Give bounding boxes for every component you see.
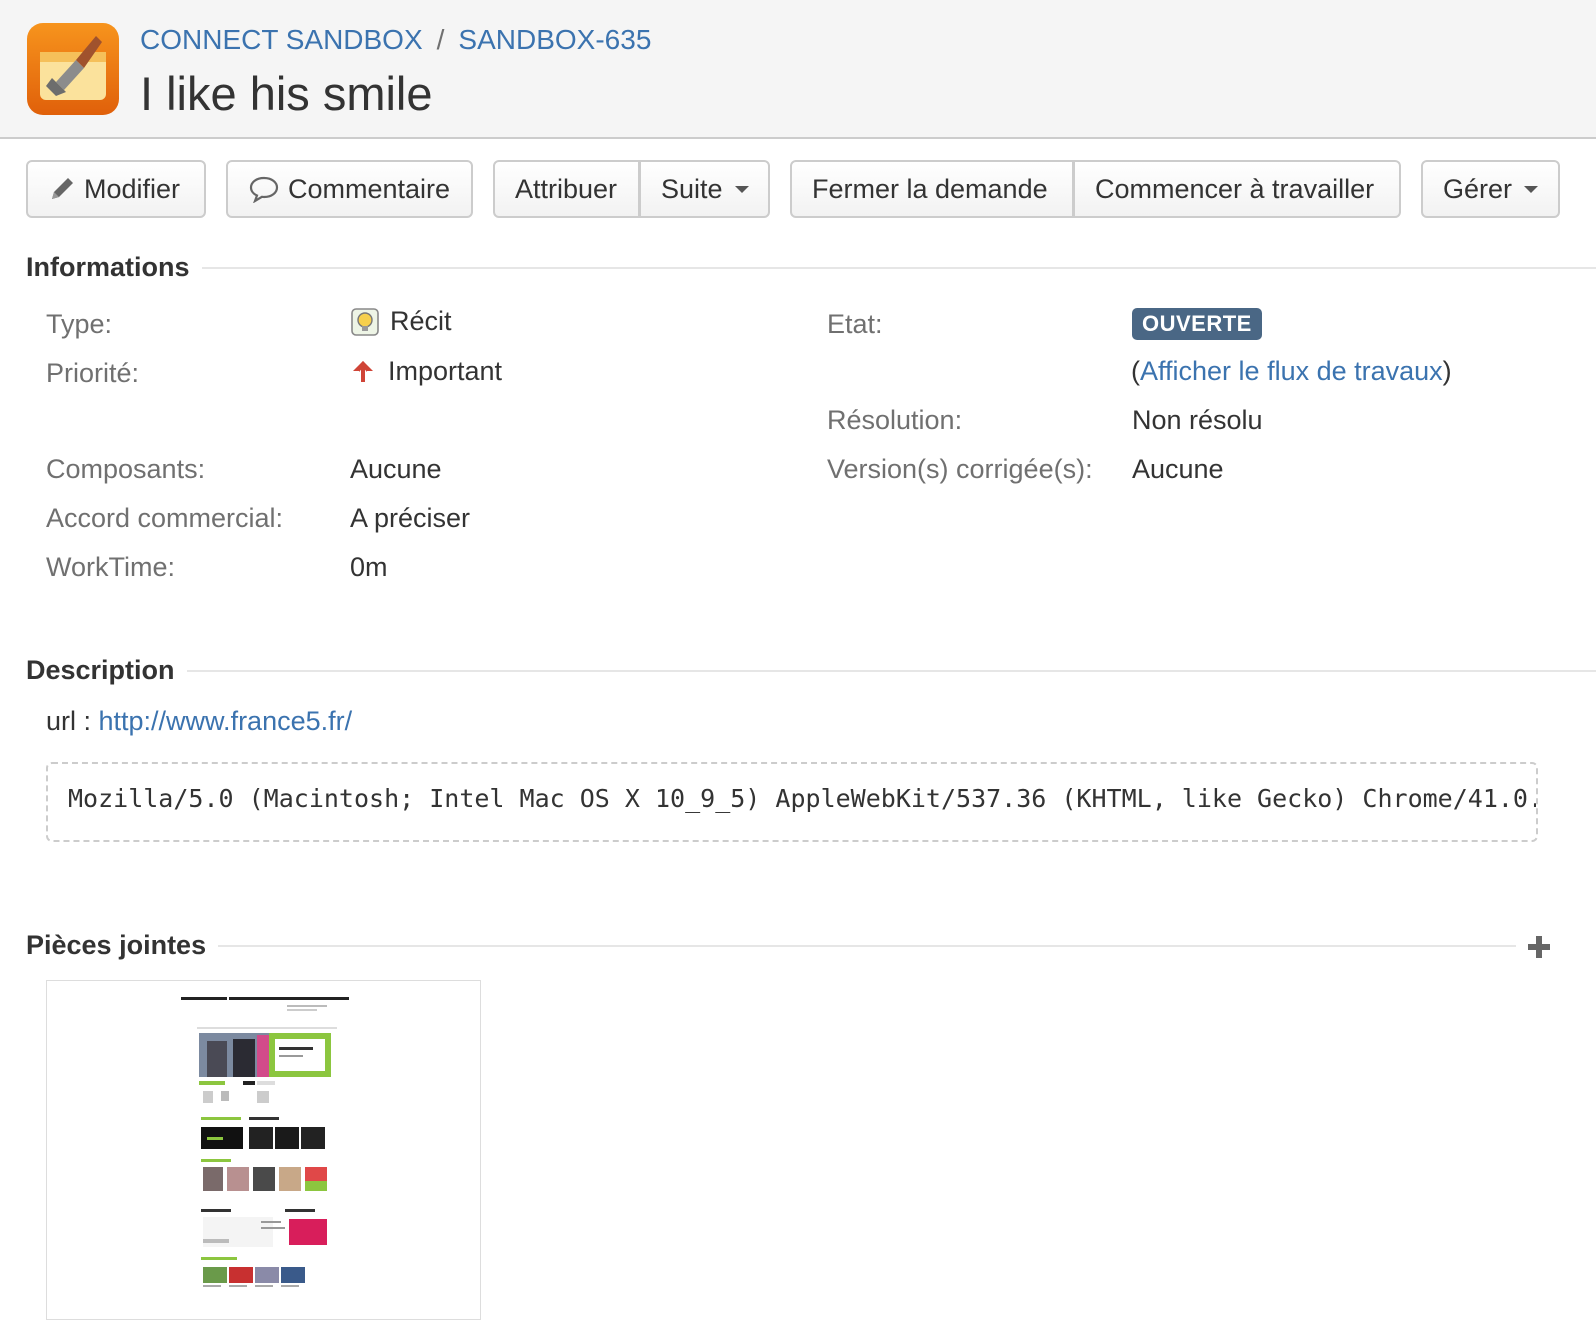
comment-button[interactable]: Commentaire (226, 160, 473, 218)
view-workflow-link[interactable]: Afficher le flux de travaux (1140, 356, 1443, 387)
status-value: OUVERTE (1132, 308, 1262, 340)
commercial-agreement-value[interactable]: A préciser (350, 503, 470, 534)
description-heading[interactable]: Description (26, 655, 175, 686)
edit-button[interactable]: Modifier (26, 160, 206, 218)
type-value-text: Récit (390, 306, 452, 336)
workflow-group: Fermer la demande Commencer à travailler (790, 160, 1401, 218)
more-dropdown-button[interactable]: Suite (640, 160, 770, 218)
status-label: Etat: (827, 309, 883, 339)
page-title[interactable]: I like his smile (140, 66, 433, 121)
description-url-line: url : http://www.france5.fr/ (46, 706, 352, 737)
attachments-section-header: Pièces jointes (26, 930, 1516, 961)
section-divider (201, 266, 1596, 269)
fix-versions-label: Version(s) corrigée(s): (827, 454, 1093, 484)
chevron-down-icon (734, 185, 749, 193)
start-work-button[interactable]: Commencer à travailler (1074, 160, 1401, 218)
breadcrumb-issue-link[interactable]: SANDBOX-635 (458, 24, 651, 55)
pencil-icon (48, 175, 76, 203)
worktime-value[interactable]: 0m (350, 552, 388, 583)
components-value: Aucune (350, 454, 442, 484)
priority-up-arrow-icon (350, 358, 376, 386)
issue-toolbar: Modifier Commentaire Attribuer Suite Fer… (0, 160, 1596, 218)
type-value: Récit (350, 306, 452, 337)
priority-value-text: Important (388, 356, 503, 386)
resolution-label: Résolution: (827, 405, 963, 435)
priority-value: Important (350, 356, 502, 387)
description-url-link[interactable]: http://www.france5.fr/ (99, 706, 353, 737)
breadcrumb: CONNECT SANDBOX / SANDBOX-635 (140, 24, 651, 56)
resolution-value: Non résolu (1132, 405, 1263, 435)
assign-button-label: Attribuer (515, 173, 618, 204)
more-button-label: Suite (661, 173, 723, 204)
type-label: Type: (46, 309, 113, 339)
chevron-down-icon (1524, 185, 1539, 193)
workflow-view: (Afficher le flux de travaux) (1131, 356, 1452, 387)
breadcrumb-project-link[interactable]: CONNECT SANDBOX (140, 24, 423, 55)
breadcrumb-separator: / (436, 24, 445, 55)
story-icon (350, 307, 380, 337)
manage-dropdown-button[interactable]: Gérer (1421, 160, 1560, 218)
fix-versions-value[interactable]: Aucune (1132, 454, 1224, 485)
issue-header: CONNECT SANDBOX / SANDBOX-635 I like his s… (0, 0, 1596, 139)
manage-button-label: Gérer (1443, 173, 1513, 204)
start-work-label: Commencer à travailler (1095, 173, 1375, 204)
comment-group: Commentaire (226, 160, 473, 218)
status-badge: OUVERTE (1132, 308, 1262, 340)
description-section-header: Description (26, 655, 1596, 686)
speech-bubble-icon (248, 175, 280, 203)
section-divider (218, 944, 1516, 947)
project-avatar-icon[interactable] (26, 22, 120, 116)
attachment-preview-image (181, 997, 349, 1287)
components-label: Composants: (46, 454, 206, 484)
close-request-label: Fermer la demande (812, 173, 1048, 204)
commercial-agreement-label: Accord commercial: (46, 503, 284, 533)
attachments-heading[interactable]: Pièces jointes (26, 930, 206, 961)
worktime-label: WorkTime: (46, 552, 176, 582)
attachment-thumbnail[interactable] (46, 980, 481, 1320)
priority-label: Priorité: (46, 358, 140, 388)
details-heading[interactable]: Informations (26, 252, 190, 283)
edit-group: Modifier (26, 160, 206, 218)
workflow-close-paren: ) (1442, 356, 1452, 386)
close-request-button[interactable]: Fermer la demande (790, 160, 1074, 218)
manage-group: Gérer (1421, 160, 1560, 218)
edit-button-label: Modifier (84, 173, 181, 204)
section-divider (186, 669, 1596, 672)
add-attachment-plus-icon[interactable] (1526, 934, 1552, 960)
workflow-open-paren: ( (1131, 356, 1140, 386)
comment-button-label: Commentaire (288, 173, 451, 204)
user-agent-code-block[interactable]: Mozilla/5.0 (Macintosh; Intel Mac OS X 1… (46, 762, 1538, 842)
assign-button[interactable]: Attribuer (493, 160, 640, 218)
details-section-header: Informations (26, 252, 1596, 283)
description-url-label: url : (46, 706, 99, 736)
assign-more-group: Attribuer Suite (493, 160, 770, 218)
user-agent-text: Mozilla/5.0 (Macintosh; Intel Mac OS X 1… (68, 784, 1536, 813)
